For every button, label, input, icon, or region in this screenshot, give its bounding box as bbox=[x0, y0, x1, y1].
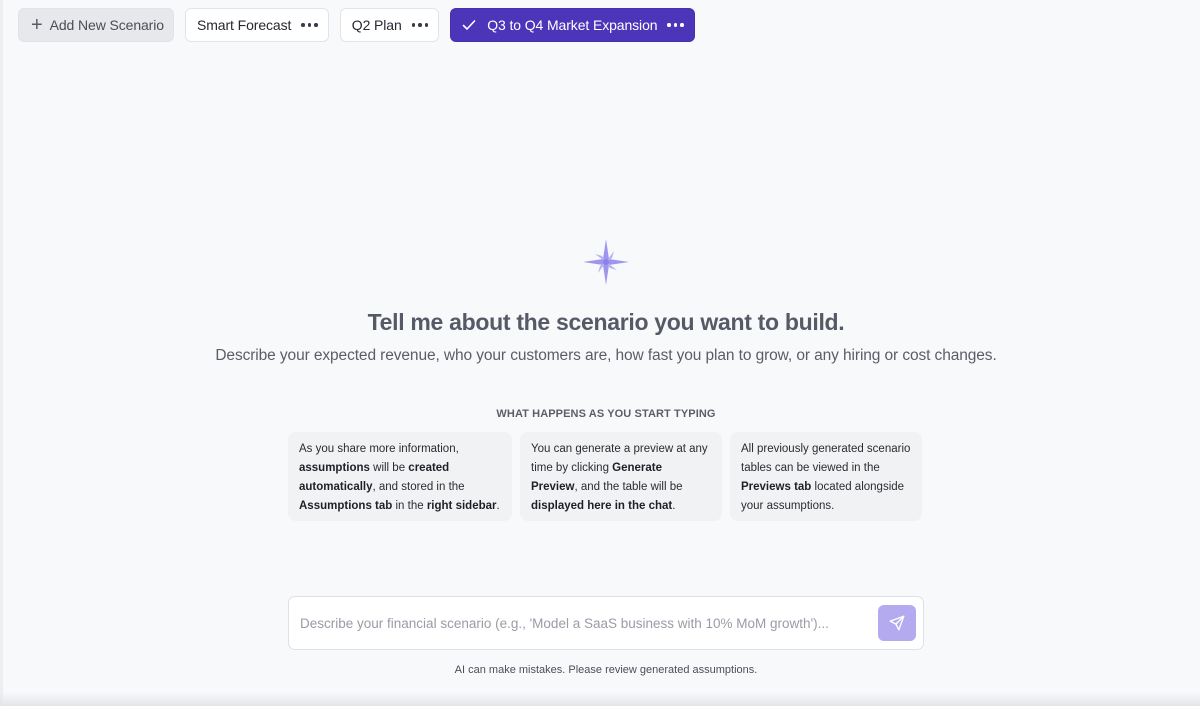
tab-label: Q3 to Q4 Market Expansion bbox=[487, 17, 658, 33]
plus-icon: + bbox=[31, 14, 43, 36]
sparkle-icon bbox=[583, 239, 629, 285]
empty-state-subtitle: Describe your expected revenue, who your… bbox=[215, 347, 997, 364]
empty-state-title: Tell me about the scenario you want to b… bbox=[367, 309, 845, 335]
send-icon bbox=[889, 615, 905, 631]
add-new-scenario-label: Add New Scenario bbox=[49, 17, 164, 33]
ai-disclaimer: AI can make mistakes. Please review gene… bbox=[454, 664, 758, 676]
tab-q2-plan[interactable]: Q2 Plan bbox=[339, 8, 440, 42]
bottom-edge bbox=[0, 692, 1200, 706]
info-card-preview: You can generate a preview at any time b… bbox=[520, 432, 722, 521]
send-button[interactable] bbox=[878, 605, 916, 641]
scenario-input[interactable] bbox=[300, 605, 870, 641]
tab-smart-forecast[interactable]: Smart Forecast bbox=[185, 8, 329, 42]
section-label: WHAT HAPPENS AS YOU START TYPING bbox=[496, 408, 716, 420]
info-card-assumptions: As you share more information, assumptio… bbox=[288, 432, 512, 521]
tab-label: Smart Forecast bbox=[197, 17, 292, 33]
check-icon bbox=[461, 17, 477, 33]
more-options-icon[interactable] bbox=[411, 19, 429, 31]
info-card-previews-tab: All previously generated scenario tables… bbox=[730, 432, 922, 521]
add-new-scenario-button[interactable]: + Add New Scenario bbox=[18, 8, 174, 42]
tab-q3-to-q4-market-expansion[interactable]: Q3 to Q4 Market Expansion bbox=[450, 8, 695, 42]
more-options-icon[interactable] bbox=[301, 19, 318, 31]
info-cards: As you share more information, assumptio… bbox=[288, 432, 922, 521]
scenario-composer bbox=[288, 596, 924, 650]
scenario-tabs-bar: + Add New Scenario Smart Forecast Q2 Pla… bbox=[18, 8, 695, 42]
tab-label: Q2 Plan bbox=[351, 17, 402, 33]
more-options-icon[interactable] bbox=[667, 19, 684, 31]
